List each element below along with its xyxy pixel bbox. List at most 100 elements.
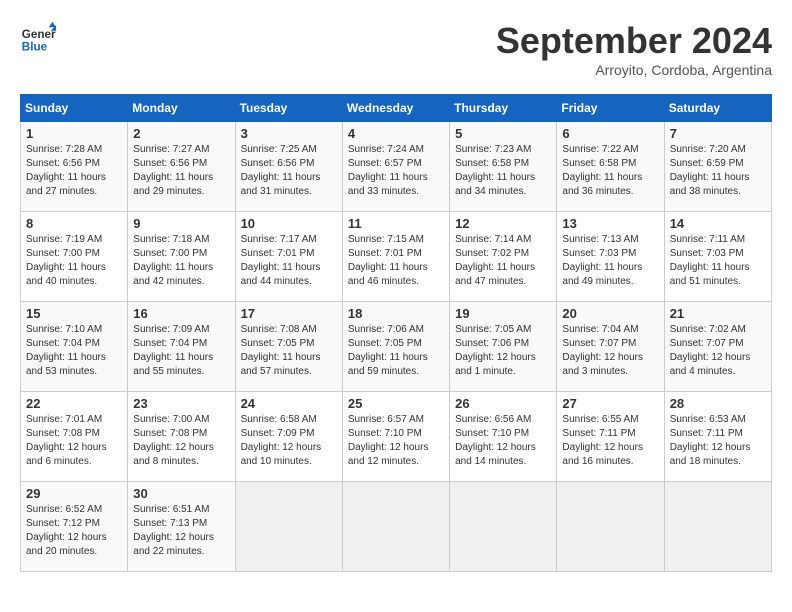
day-number: 8 — [26, 216, 122, 231]
calendar-header-row: SundayMondayTuesdayWednesdayThursdayFrid… — [21, 95, 772, 122]
day-number: 15 — [26, 306, 122, 321]
header-tuesday: Tuesday — [235, 95, 342, 122]
header-sunday: Sunday — [21, 95, 128, 122]
calendar-week-4: 22 Sunrise: 7:01 AMSunset: 7:08 PMDaylig… — [21, 392, 772, 482]
day-info: Sunrise: 7:06 AMSunset: 7:05 PMDaylight:… — [348, 323, 444, 379]
calendar-cell: 9 Sunrise: 7:18 AMSunset: 7:00 PMDayligh… — [128, 212, 235, 302]
calendar-cell: 13 Sunrise: 7:13 AMSunset: 7:03 PMDaylig… — [557, 212, 664, 302]
day-number: 30 — [133, 486, 229, 501]
calendar-cell: 14 Sunrise: 7:11 AMSunset: 7:03 PMDaylig… — [664, 212, 771, 302]
calendar-cell: 12 Sunrise: 7:14 AMSunset: 7:02 PMDaylig… — [450, 212, 557, 302]
calendar-cell: 11 Sunrise: 7:15 AMSunset: 7:01 PMDaylig… — [342, 212, 449, 302]
day-number: 3 — [241, 126, 337, 141]
calendar-cell: 1 Sunrise: 7:28 AMSunset: 6:56 PMDayligh… — [21, 122, 128, 212]
day-info: Sunrise: 7:08 AMSunset: 7:05 PMDaylight:… — [241, 323, 337, 379]
calendar-cell: 17 Sunrise: 7:08 AMSunset: 7:05 PMDaylig… — [235, 302, 342, 392]
calendar-table: SundayMondayTuesdayWednesdayThursdayFrid… — [20, 94, 772, 572]
day-number: 1 — [26, 126, 122, 141]
day-info: Sunrise: 7:01 AMSunset: 7:08 PMDaylight:… — [26, 413, 122, 469]
day-info: Sunrise: 6:51 AMSunset: 7:13 PMDaylight:… — [133, 503, 229, 559]
calendar-cell: 8 Sunrise: 7:19 AMSunset: 7:00 PMDayligh… — [21, 212, 128, 302]
calendar-cell: 22 Sunrise: 7:01 AMSunset: 7:08 PMDaylig… — [21, 392, 128, 482]
day-number: 21 — [670, 306, 766, 321]
location: Arroyito, Cordoba, Argentina — [496, 62, 772, 78]
day-info: Sunrise: 7:25 AMSunset: 6:56 PMDaylight:… — [241, 143, 337, 199]
page-header: General Blue September 2024 Arroyito, Co… — [20, 20, 772, 78]
day-number: 10 — [241, 216, 337, 231]
day-number: 22 — [26, 396, 122, 411]
calendar-cell: 18 Sunrise: 7:06 AMSunset: 7:05 PMDaylig… — [342, 302, 449, 392]
calendar-cell: 29 Sunrise: 6:52 AMSunset: 7:12 PMDaylig… — [21, 482, 128, 572]
calendar-cell: 2 Sunrise: 7:27 AMSunset: 6:56 PMDayligh… — [128, 122, 235, 212]
day-info: Sunrise: 6:57 AMSunset: 7:10 PMDaylight:… — [348, 413, 444, 469]
day-info: Sunrise: 6:58 AMSunset: 7:09 PMDaylight:… — [241, 413, 337, 469]
day-info: Sunrise: 7:20 AMSunset: 6:59 PMDaylight:… — [670, 143, 766, 199]
calendar-cell: 26 Sunrise: 6:56 AMSunset: 7:10 PMDaylig… — [450, 392, 557, 482]
calendar-cell — [450, 482, 557, 572]
day-info: Sunrise: 7:10 AMSunset: 7:04 PMDaylight:… — [26, 323, 122, 379]
day-number: 23 — [133, 396, 229, 411]
day-info: Sunrise: 7:28 AMSunset: 6:56 PMDaylight:… — [26, 143, 122, 199]
day-info: Sunrise: 7:05 AMSunset: 7:06 PMDaylight:… — [455, 323, 551, 379]
logo: General Blue — [20, 20, 56, 56]
calendar-cell: 19 Sunrise: 7:05 AMSunset: 7:06 PMDaylig… — [450, 302, 557, 392]
calendar-cell: 24 Sunrise: 6:58 AMSunset: 7:09 PMDaylig… — [235, 392, 342, 482]
calendar-week-2: 8 Sunrise: 7:19 AMSunset: 7:00 PMDayligh… — [21, 212, 772, 302]
day-number: 26 — [455, 396, 551, 411]
day-number: 5 — [455, 126, 551, 141]
day-info: Sunrise: 7:23 AMSunset: 6:58 PMDaylight:… — [455, 143, 551, 199]
day-number: 16 — [133, 306, 229, 321]
day-info: Sunrise: 7:27 AMSunset: 6:56 PMDaylight:… — [133, 143, 229, 199]
day-number: 19 — [455, 306, 551, 321]
day-info: Sunrise: 7:14 AMSunset: 7:02 PMDaylight:… — [455, 233, 551, 289]
calendar-cell: 10 Sunrise: 7:17 AMSunset: 7:01 PMDaylig… — [235, 212, 342, 302]
day-info: Sunrise: 6:55 AMSunset: 7:11 PMDaylight:… — [562, 413, 658, 469]
svg-text:Blue: Blue — [22, 41, 48, 54]
day-number: 14 — [670, 216, 766, 231]
header-friday: Friday — [557, 95, 664, 122]
calendar-cell: 23 Sunrise: 7:00 AMSunset: 7:08 PMDaylig… — [128, 392, 235, 482]
day-info: Sunrise: 7:15 AMSunset: 7:01 PMDaylight:… — [348, 233, 444, 289]
day-info: Sunrise: 7:17 AMSunset: 7:01 PMDaylight:… — [241, 233, 337, 289]
header-wednesday: Wednesday — [342, 95, 449, 122]
day-number: 17 — [241, 306, 337, 321]
day-number: 20 — [562, 306, 658, 321]
day-info: Sunrise: 7:09 AMSunset: 7:04 PMDaylight:… — [133, 323, 229, 379]
day-info: Sunrise: 7:13 AMSunset: 7:03 PMDaylight:… — [562, 233, 658, 289]
day-number: 18 — [348, 306, 444, 321]
day-number: 4 — [348, 126, 444, 141]
calendar-cell: 6 Sunrise: 7:22 AMSunset: 6:58 PMDayligh… — [557, 122, 664, 212]
calendar-cell: 25 Sunrise: 6:57 AMSunset: 7:10 PMDaylig… — [342, 392, 449, 482]
svg-text:General: General — [22, 28, 56, 41]
calendar-cell: 5 Sunrise: 7:23 AMSunset: 6:58 PMDayligh… — [450, 122, 557, 212]
day-number: 12 — [455, 216, 551, 231]
calendar-cell — [664, 482, 771, 572]
calendar-cell — [235, 482, 342, 572]
header-saturday: Saturday — [664, 95, 771, 122]
day-number: 13 — [562, 216, 658, 231]
logo-icon: General Blue — [20, 20, 56, 56]
calendar-cell: 16 Sunrise: 7:09 AMSunset: 7:04 PMDaylig… — [128, 302, 235, 392]
calendar-cell: 30 Sunrise: 6:51 AMSunset: 7:13 PMDaylig… — [128, 482, 235, 572]
day-info: Sunrise: 7:18 AMSunset: 7:00 PMDaylight:… — [133, 233, 229, 289]
day-number: 24 — [241, 396, 337, 411]
calendar-week-1: 1 Sunrise: 7:28 AMSunset: 6:56 PMDayligh… — [21, 122, 772, 212]
calendar-cell: 7 Sunrise: 7:20 AMSunset: 6:59 PMDayligh… — [664, 122, 771, 212]
day-number: 9 — [133, 216, 229, 231]
day-number: 6 — [562, 126, 658, 141]
calendar-cell: 4 Sunrise: 7:24 AMSunset: 6:57 PMDayligh… — [342, 122, 449, 212]
title-section: September 2024 Arroyito, Cordoba, Argent… — [496, 20, 772, 78]
calendar-cell — [557, 482, 664, 572]
calendar-week-5: 29 Sunrise: 6:52 AMSunset: 7:12 PMDaylig… — [21, 482, 772, 572]
day-info: Sunrise: 7:11 AMSunset: 7:03 PMDaylight:… — [670, 233, 766, 289]
calendar-cell: 3 Sunrise: 7:25 AMSunset: 6:56 PMDayligh… — [235, 122, 342, 212]
day-number: 2 — [133, 126, 229, 141]
day-info: Sunrise: 6:52 AMSunset: 7:12 PMDaylight:… — [26, 503, 122, 559]
calendar-cell: 27 Sunrise: 6:55 AMSunset: 7:11 PMDaylig… — [557, 392, 664, 482]
calendar-cell: 20 Sunrise: 7:04 AMSunset: 7:07 PMDaylig… — [557, 302, 664, 392]
day-info: Sunrise: 7:24 AMSunset: 6:57 PMDaylight:… — [348, 143, 444, 199]
day-info: Sunrise: 7:00 AMSunset: 7:08 PMDaylight:… — [133, 413, 229, 469]
day-number: 29 — [26, 486, 122, 501]
day-info: Sunrise: 7:02 AMSunset: 7:07 PMDaylight:… — [670, 323, 766, 379]
day-info: Sunrise: 7:19 AMSunset: 7:00 PMDaylight:… — [26, 233, 122, 289]
